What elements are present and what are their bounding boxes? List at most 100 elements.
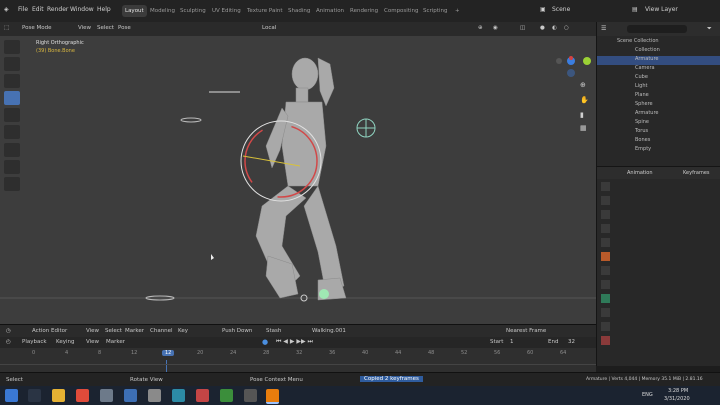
- outliner-row[interactable]: Collection: [597, 47, 720, 56]
- modifier-props-icon[interactable]: [601, 266, 610, 275]
- start-frame-field[interactable]: 1: [510, 339, 514, 345]
- current-frame-indicator[interactable]: 12: [162, 350, 175, 356]
- dopesheet-editor-icon[interactable]: ◷: [6, 328, 11, 334]
- pan-icon[interactable]: ✋: [580, 96, 589, 104]
- menu-edit[interactable]: Edit: [32, 6, 44, 13]
- editor-type-icon[interactable]: ⬚: [4, 25, 9, 31]
- app-icon[interactable]: [220, 389, 233, 402]
- tab-shading[interactable]: Shading: [285, 5, 313, 17]
- bone-props-icon[interactable]: [601, 308, 610, 317]
- render-props-icon[interactable]: [601, 196, 610, 205]
- data-props-icon[interactable]: [601, 294, 610, 303]
- outliner-row[interactable]: Sphere: [597, 101, 720, 110]
- tab-scripting[interactable]: Scripting: [420, 5, 450, 17]
- transform-orientation[interactable]: Local: [262, 25, 276, 31]
- menu-window[interactable]: Window: [70, 6, 94, 13]
- menu-pose[interactable]: Pose: [118, 25, 131, 31]
- menu-playback[interactable]: Playback: [22, 339, 47, 345]
- editor-mode-select[interactable]: Action Editor: [32, 328, 67, 334]
- material-props-icon[interactable]: [601, 322, 610, 331]
- outliner-scene-collection[interactable]: Scene Collection: [597, 38, 720, 47]
- measure-icon[interactable]: [4, 160, 20, 174]
- taskbar-date[interactable]: 3/31/2020: [664, 396, 690, 402]
- record-button[interactable]: ●: [262, 338, 268, 346]
- tool-props-icon[interactable]: [601, 182, 610, 191]
- menu-timeline-view[interactable]: View: [86, 328, 99, 334]
- shading-solid-icon[interactable]: ●: [540, 25, 545, 31]
- outliner-row[interactable]: Light: [597, 83, 720, 92]
- menu-select[interactable]: Select: [97, 25, 114, 31]
- shading-material-icon[interactable]: ◐: [552, 25, 557, 31]
- cursor-icon[interactable]: [4, 57, 20, 71]
- tab-rendering[interactable]: Rendering: [347, 5, 381, 17]
- scale-icon[interactable]: [4, 108, 20, 122]
- select-box-icon[interactable]: [4, 40, 20, 54]
- outliner-row-selected[interactable]: Armature: [597, 56, 720, 65]
- menu-timeline-key[interactable]: Key: [178, 328, 188, 334]
- playback-controls[interactable]: ⏮ ◀ ▶ ▶▶ ⏭: [276, 338, 313, 346]
- outliner-editor-icon[interactable]: ☰: [601, 25, 606, 32]
- tab-sculpting[interactable]: Sculpting: [177, 5, 209, 17]
- menu-timeline-marker[interactable]: Marker: [125, 328, 144, 334]
- windows-start-icon[interactable]: [5, 389, 18, 402]
- app-icon[interactable]: [124, 389, 137, 402]
- xray-toggle-icon[interactable]: ◫: [520, 25, 525, 31]
- output-props-icon[interactable]: [601, 210, 610, 219]
- outliner-row[interactable]: Armature: [597, 110, 720, 119]
- outliner-row[interactable]: Plane: [597, 92, 720, 101]
- menu-view-timeline[interactable]: View: [86, 339, 99, 345]
- menu-render[interactable]: Render: [47, 6, 68, 13]
- tab-keyframes-panel[interactable]: Keyframes: [683, 170, 710, 176]
- snap-mode-select[interactable]: Nearest Frame: [506, 328, 546, 334]
- tab-modeling[interactable]: Modeling: [147, 5, 178, 17]
- app-icon[interactable]: [100, 389, 113, 402]
- tab-animation-panel[interactable]: Animation: [627, 170, 653, 176]
- gizmo-toggle-icon[interactable]: ⊕: [478, 25, 483, 31]
- action-name-field[interactable]: Walking.001: [312, 328, 346, 334]
- pose-tool-icon[interactable]: [4, 177, 20, 191]
- menu-marker-timeline[interactable]: Marker: [106, 339, 125, 345]
- annotate-icon[interactable]: [4, 143, 20, 157]
- calculator-icon[interactable]: [148, 389, 161, 402]
- move-icon[interactable]: [4, 74, 20, 88]
- rotate-icon[interactable]: [4, 91, 20, 105]
- outliner-row[interactable]: Camera: [597, 65, 720, 74]
- overlay-toggle-icon[interactable]: ◉: [493, 25, 498, 31]
- mode-select[interactable]: Pose Mode: [22, 25, 51, 31]
- constraint-props-icon[interactable]: [601, 280, 610, 289]
- 3d-viewport[interactable]: Right Orthographic (39) Bone.Bone ⊕ ✋ ▮ …: [0, 36, 596, 324]
- outliner-row[interactable]: Bones: [597, 137, 720, 146]
- blender-taskbar-icon[interactable]: [266, 389, 279, 404]
- timeline-editor-icon[interactable]: ◴: [6, 339, 11, 345]
- menu-timeline-select[interactable]: Select: [105, 328, 122, 334]
- tab-compositing[interactable]: Compositing: [381, 5, 421, 17]
- scene-name[interactable]: Scene: [552, 6, 570, 13]
- scene-props-icon[interactable]: [601, 224, 610, 233]
- outliner-row[interactable]: Cube: [597, 74, 720, 83]
- file-explorer-icon[interactable]: [52, 389, 65, 402]
- menu-timeline-channel[interactable]: Channel: [150, 328, 173, 334]
- menu-keying[interactable]: Keying: [56, 339, 74, 345]
- search-icon[interactable]: [28, 389, 41, 402]
- end-frame-field[interactable]: 32: [568, 339, 575, 345]
- camera-view-icon[interactable]: ▮: [580, 111, 584, 119]
- add-workspace-icon[interactable]: +: [452, 5, 463, 17]
- outliner-search-input[interactable]: [627, 25, 687, 33]
- world-props-icon[interactable]: [601, 238, 610, 247]
- object-props-icon[interactable]: [601, 252, 610, 261]
- outliner-row[interactable]: Torus: [597, 128, 720, 137]
- blender-logo-icon[interactable]: ◈: [4, 6, 9, 13]
- menu-help[interactable]: Help: [97, 6, 111, 13]
- menu-file[interactable]: File: [18, 6, 28, 13]
- tab-animation[interactable]: Animation: [313, 5, 347, 17]
- timeline-area[interactable]: 0481216202428323640444852566064 12: [0, 348, 596, 372]
- outliner-row[interactable]: Empty: [597, 146, 720, 155]
- menu-view[interactable]: View: [78, 25, 91, 31]
- stash-button[interactable]: Stash: [266, 328, 281, 334]
- texture-props-icon[interactable]: [601, 336, 610, 345]
- tab-uv-editing[interactable]: UV Editing: [209, 5, 244, 17]
- view-layer-name[interactable]: View Layer: [645, 6, 678, 13]
- outliner-row[interactable]: Spine: [597, 119, 720, 128]
- input-language[interactable]: ENG: [642, 392, 653, 398]
- app-icon[interactable]: [244, 389, 257, 402]
